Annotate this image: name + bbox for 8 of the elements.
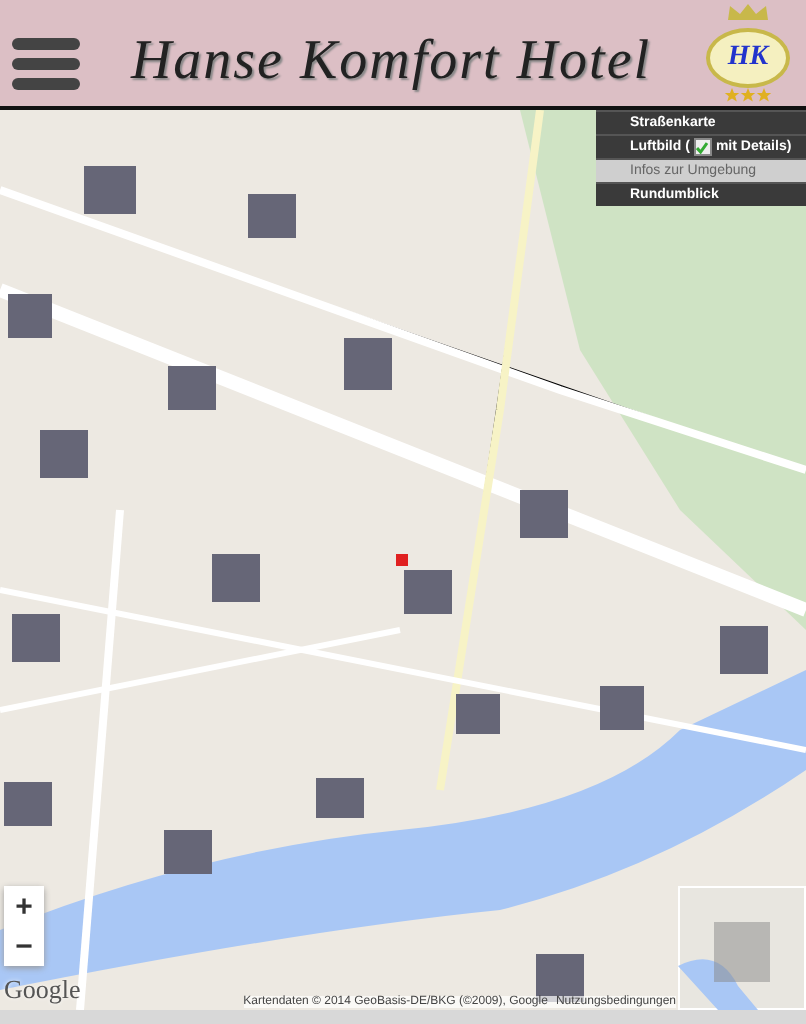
zoom-out-button[interactable]: −: [4, 926, 44, 966]
checkbox[interactable]: [693, 138, 712, 156]
crown-icon: [726, 4, 770, 20]
google-logo: Google: [4, 974, 81, 1004]
hotel-logo: HK: [706, 28, 790, 88]
stars-icon: [724, 88, 772, 102]
hotel-title: Hanse Komfort Hotel: [128, 32, 654, 94]
zoom-in-button[interactable]: +: [4, 886, 44, 926]
